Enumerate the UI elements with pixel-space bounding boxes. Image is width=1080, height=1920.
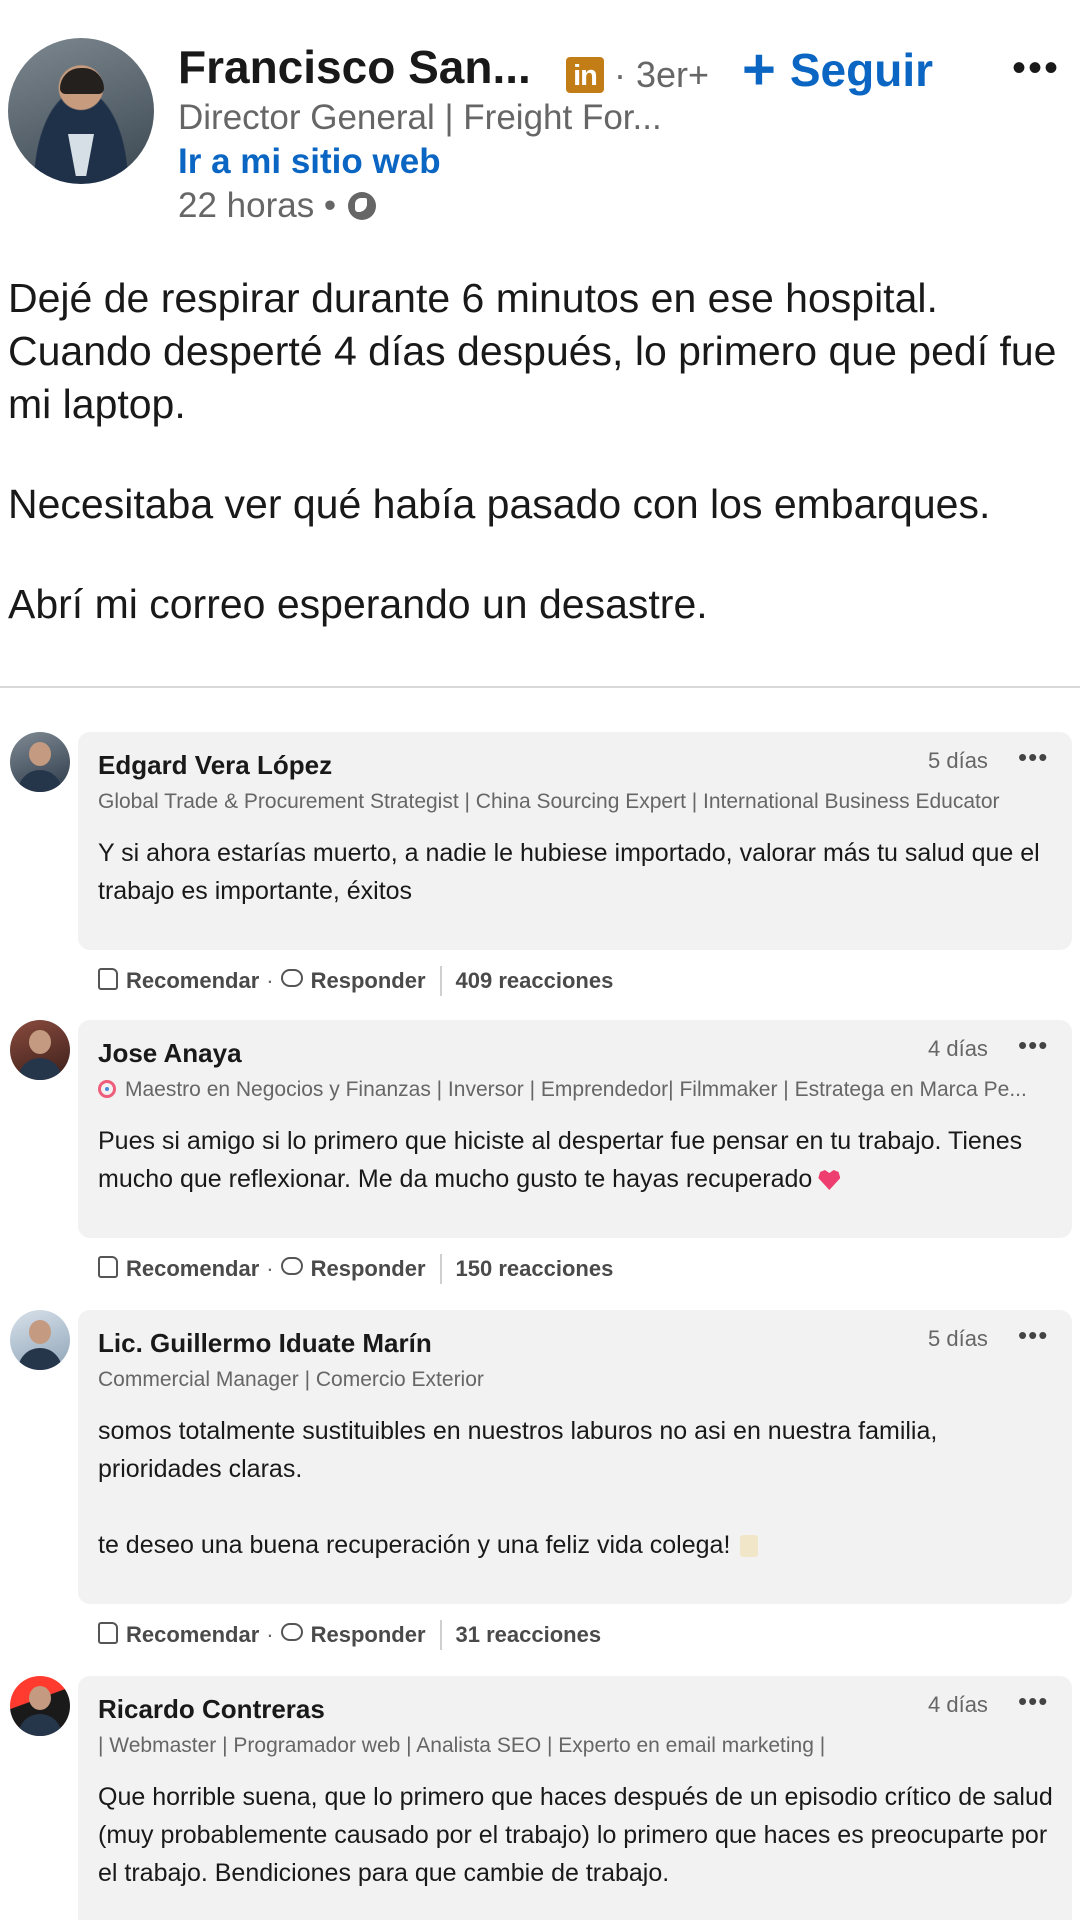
comment-time: 5 días [928,748,988,773]
commenter-avatar[interactable] [10,732,70,792]
follow-label: Seguir [789,44,934,96]
comment-time: 4 días [928,1036,988,1061]
reply-button[interactable]: Responder [280,1256,426,1282]
globe-icon [348,192,377,220]
recommend-label: Recomendar [126,968,260,993]
author-avatar[interactable] [8,38,154,184]
connection-degree: · 3er+ [614,54,710,95]
section-divider [0,686,1080,688]
divider [439,1620,442,1650]
comment-paragraph-text: te deseo una buena recuperación y una fe… [98,1531,731,1559]
thumbs-up-icon [98,1622,118,1644]
target-icon [98,1080,116,1098]
linkedin-premium-icon: in [566,57,604,93]
comment-more-icon[interactable]: ••• [1018,1320,1048,1351]
post-timestamp: 22 horas • [178,186,377,226]
author-headline: Director General | Freight For... [178,98,662,137]
comment-text: Pues si amigo si lo primero que hiciste … [98,1122,1062,1198]
comment-text: somos totalmente sustituibles en nuestro… [98,1412,1062,1564]
separator-dot: · [266,1256,274,1281]
commenter-headline: Global Trade & Procurement Strategist | … [98,790,1000,813]
comment-text: Y si ahora estarías muerto, a nadie le h… [98,834,1062,910]
commenter-headline-text: Maestro en Negocios y Finanzas | Inverso… [125,1078,1027,1101]
post-paragraph: Necesitaba ver qué había pasado con los … [8,481,991,527]
comment-actions: Recomendar · Responder 150 reacciones [98,1254,613,1284]
post-paragraph: Abrí mi correo esperando un desastre. [8,581,708,627]
reply-button[interactable]: Responder [280,1622,426,1648]
comment-actions: Recomendar · Responder 31 reacciones [98,1620,601,1650]
comment-more-icon[interactable]: ••• [1018,1030,1048,1061]
divider [439,966,442,996]
commenter-avatar[interactable] [10,1020,70,1080]
reply-button[interactable]: Responder [280,968,426,994]
speech-bubble-icon [280,969,303,987]
plus-icon: + [742,37,776,102]
recommend-button[interactable]: Recomendar [98,968,259,994]
heart-icon [818,1170,841,1190]
speech-bubble-icon [280,1623,303,1641]
commenter-headline: Maestro en Negocios y Finanzas | Inverso… [98,1078,1058,1102]
comment-bubble: Edgard Vera López 5 días ••• Global Trad… [78,732,1072,950]
commenter-name[interactable]: Lic. Guillermo Iduate Marín [98,1328,432,1359]
cheers-icon [740,1535,759,1558]
post-time-text: 22 horas • [178,186,337,225]
thumbs-up-icon [98,968,118,990]
comment-actions: Recomendar · Responder 409 reacciones [98,966,613,996]
follow-button[interactable]: + Seguir [742,38,933,102]
divider [439,1254,442,1284]
comment-bubble: Lic. Guillermo Iduate Marín 5 días ••• C… [78,1310,1072,1604]
speech-bubble-icon [280,1257,303,1275]
comment-paragraph: Y si ahora estarías muerto, a nadie le h… [98,839,1040,905]
thumbs-up-icon [98,1256,118,1278]
comment-bubble: Ricardo Contreras 4 días ••• | Webmaster… [78,1676,1072,1920]
recommend-button[interactable]: Recomendar [98,1256,259,1282]
comment-time: 5 días [928,1326,988,1351]
comment-paragraph: Que horrible suena, que lo primero que h… [98,1783,1053,1887]
commenter-avatar[interactable] [10,1310,70,1370]
comment-paragraph: Pues si amigo si lo primero que hiciste … [98,1122,1062,1198]
comment-bubble: Jose Anaya 4 días ••• Maestro en Negocio… [78,1020,1072,1238]
recommend-button[interactable]: Recomendar [98,1622,259,1648]
separator-dot: · [266,1622,274,1647]
author-name[interactable]: Francisco San... [178,40,531,94]
commenter-name[interactable]: Edgard Vera López [98,750,332,781]
comment-more-icon[interactable]: ••• [1018,1686,1048,1717]
reactions-count[interactable]: 150 reacciones [456,1256,614,1282]
reactions-count[interactable]: 409 reacciones [456,968,614,994]
commenter-headline: | Webmaster | Programador web | Analista… [98,1734,826,1757]
commenter-name[interactable]: Jose Anaya [98,1038,242,1069]
post-paragraph: Dejé de respirar durante 6 minutos en es… [8,275,938,321]
commenter-headline: Commercial Manager | Comercio Exterior [98,1368,484,1391]
recommend-label: Recomendar [126,1622,260,1647]
comment-paragraph: te deseo una buena recuperación y una fe… [98,1526,1062,1564]
comment-paragraph-text: Pues si amigo si lo primero que hiciste … [98,1127,1023,1193]
separator-dot: · [266,968,274,993]
website-link[interactable]: Ir a mi sitio web [178,142,441,182]
post-paragraph: Cuando desperté 4 días después, lo prime… [8,328,1057,427]
reply-label: Responder [310,968,426,993]
reactions-count[interactable]: 31 reacciones [456,1622,602,1648]
reply-label: Responder [310,1256,426,1281]
comment-text: Que horrible suena, que lo primero que h… [98,1778,1062,1892]
comment-time: 4 días [928,1692,988,1717]
recommend-label: Recomendar [126,1256,260,1281]
reply-label: Responder [310,1622,426,1647]
post-body: Dejé de respirar durante 6 minutos en es… [8,272,1072,631]
post-more-options-icon[interactable]: ••• [1012,46,1060,91]
commenter-name[interactable]: Ricardo Contreras [98,1694,325,1725]
comment-more-icon[interactable]: ••• [1018,742,1048,773]
commenter-avatar[interactable] [10,1676,70,1736]
comment-paragraph: somos totalmente sustituibles en nuestro… [98,1417,938,1483]
